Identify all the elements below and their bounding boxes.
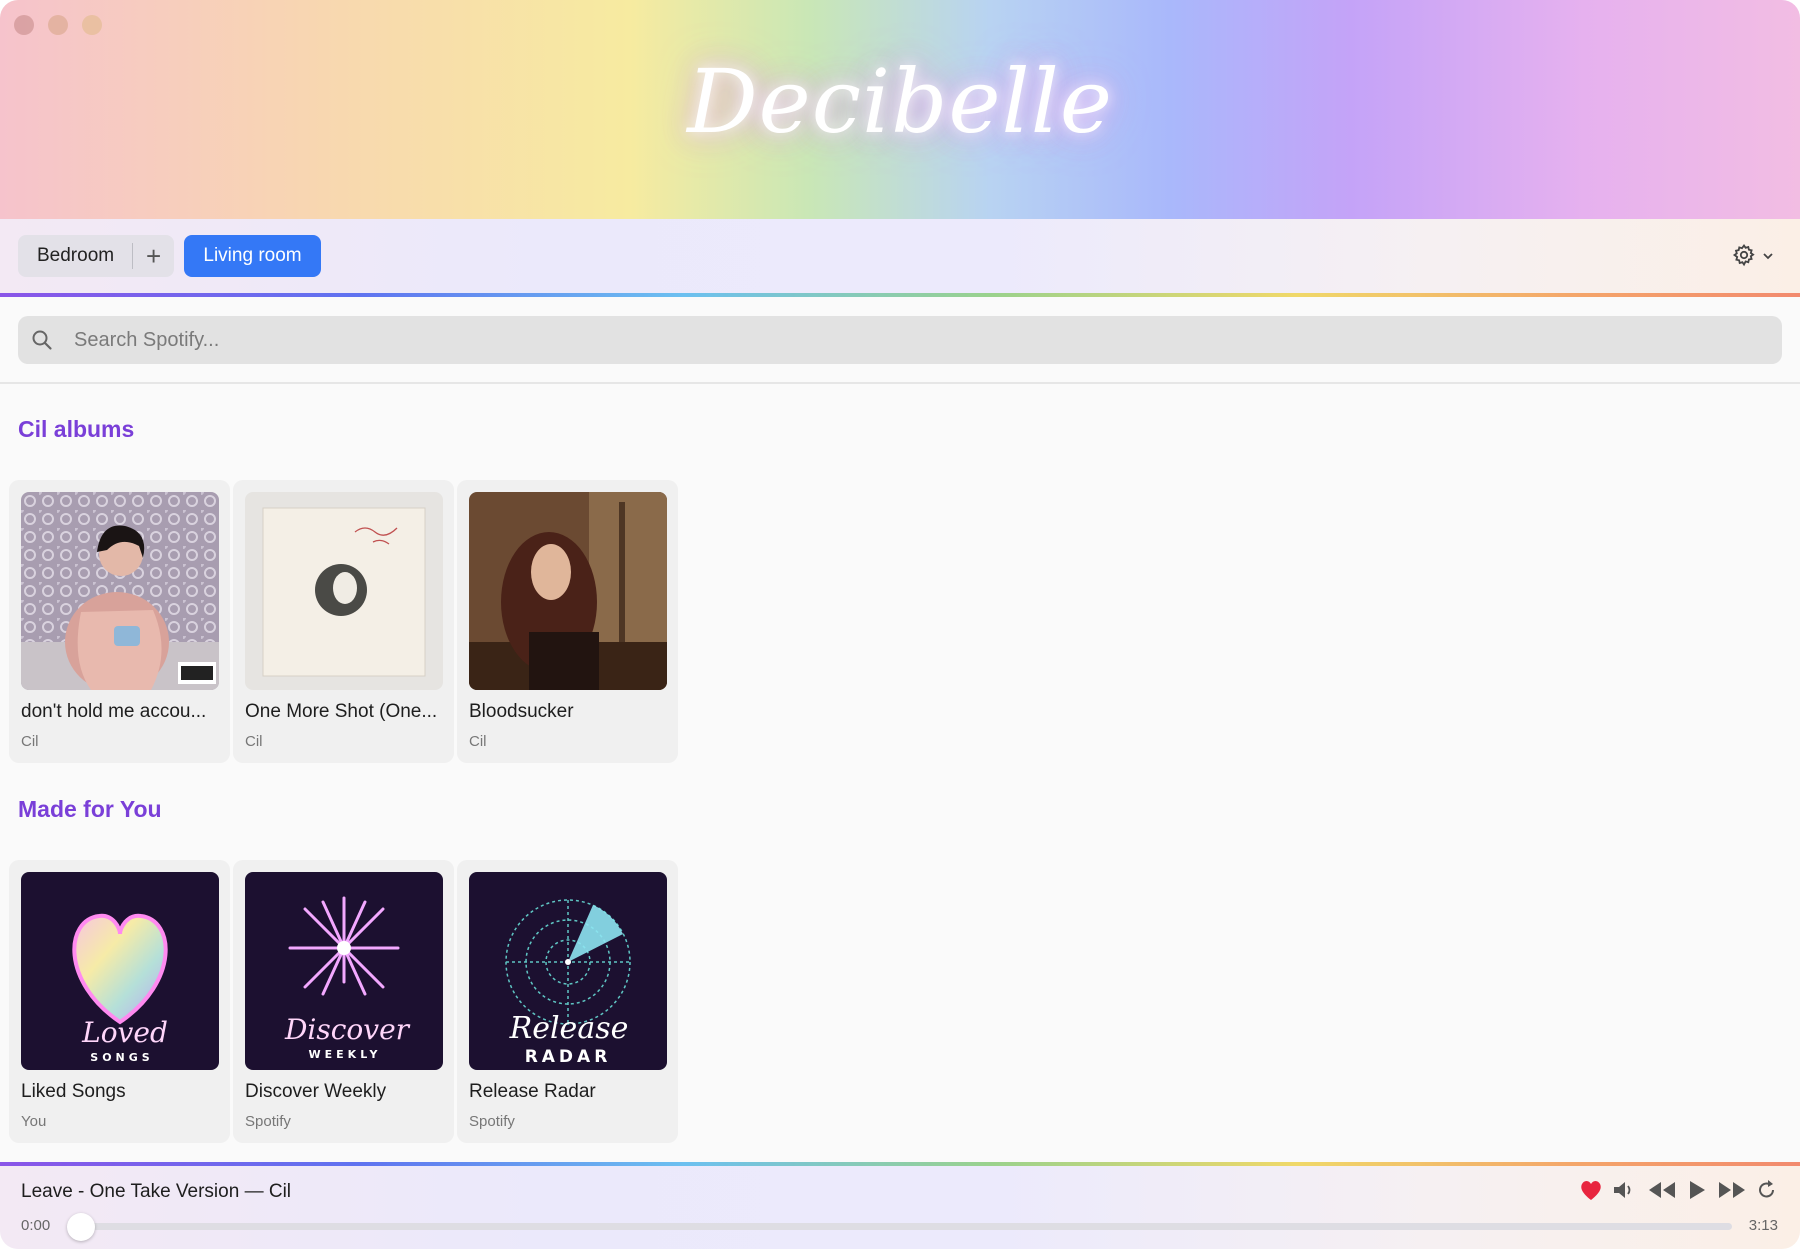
album-artist: Cil (469, 733, 487, 750)
playlist-cover-art: Release RADAR (469, 872, 667, 1070)
settings-menu-button[interactable] (1732, 243, 1774, 272)
search-icon (31, 329, 53, 356)
playlist-card[interactable]: Loved SONGS Liked Songs You (9, 860, 230, 1143)
minimize-window-button[interactable] (48, 15, 68, 35)
volume-icon[interactable] (1612, 1179, 1638, 1206)
app-logo: Decibelle (687, 50, 1113, 153)
album-cover-art (21, 492, 219, 690)
add-room-button[interactable]: + (133, 235, 174, 277)
art-script-text: Loved (81, 1016, 168, 1049)
rainbow-divider-top (0, 293, 1800, 297)
album-cover-art (469, 492, 667, 690)
playlist-title: Release Radar (469, 1081, 596, 1102)
tab-bedroom[interactable]: Bedroom (18, 245, 132, 267)
search-input[interactable] (66, 316, 1764, 364)
window-controls (14, 15, 102, 35)
app-window: Decibelle Bedroom + Living room Search S… (0, 0, 1800, 1249)
playback-controls (1579, 1179, 1778, 1206)
album-title: don't hold me accou... (21, 701, 207, 722)
album-title: One More Shot (One... (245, 701, 438, 722)
search-divider (0, 382, 1800, 384)
playlist-owner: Spotify (245, 1113, 291, 1130)
playlist-row: Loved SONGS Liked Songs You Discover WEE… (9, 860, 678, 1143)
fast-forward-icon[interactable] (1717, 1180, 1747, 1205)
player-bar: Leave - One Take Version — Cil 0:00 3:13 (0, 1166, 1800, 1249)
album-card[interactable]: One More Shot (One... Cil (233, 480, 454, 763)
heart-icon[interactable] (1579, 1179, 1603, 1206)
progress-handle[interactable] (67, 1213, 95, 1241)
playlist-cover-art: Loved SONGS (21, 872, 219, 1070)
zoom-window-button[interactable] (82, 15, 102, 35)
album-title: Bloodsucker (469, 701, 574, 722)
room-tab-group: Bedroom + (18, 235, 174, 277)
chevron-down-icon (1762, 249, 1774, 267)
close-window-button[interactable] (14, 15, 34, 35)
playlist-cover-art: Discover WEEKLY (245, 872, 443, 1070)
playlist-owner: You (21, 1113, 47, 1130)
section-title-cil-albums: Cil albums (18, 416, 135, 442)
play-icon[interactable] (1686, 1179, 1708, 1206)
section-title-made-for-you: Made for You (18, 796, 162, 822)
album-card[interactable]: Bloodsucker Cil (457, 480, 678, 763)
art-caption-text: WEEKLY (309, 1048, 382, 1061)
playlist-title: Discover Weekly (245, 1081, 387, 1102)
album-card[interactable]: don't hold me accou... Cil (9, 480, 230, 763)
repeat-icon[interactable] (1756, 1179, 1778, 1206)
toolbar: Bedroom + Living room (0, 219, 1800, 293)
playlist-owner: Spotify (469, 1113, 515, 1130)
elapsed-time: 0:00 (21, 1217, 51, 1234)
album-artist: Cil (245, 733, 263, 750)
playlist-title: Liked Songs (21, 1081, 126, 1102)
tab-living-room[interactable]: Living room (184, 235, 321, 277)
album-artist: Cil (21, 733, 39, 750)
art-caption-text: RADAR (525, 1047, 612, 1067)
progress-track[interactable] (68, 1223, 1732, 1230)
playlist-card[interactable]: Discover WEEKLY Discover Weekly Spotify (233, 860, 454, 1143)
header-banner: Decibelle (0, 0, 1800, 219)
art-script-text: Discover (284, 1013, 411, 1046)
art-caption-text: SONGS (90, 1051, 153, 1064)
album-cover-art (245, 492, 443, 690)
search-bar[interactable] (18, 316, 1782, 364)
art-script-text: Release (509, 1011, 629, 1046)
total-time: 3:13 (1748, 1217, 1778, 1234)
now-playing-title: Leave - One Take Version — Cil (21, 1181, 292, 1202)
gear-icon (1732, 243, 1756, 272)
rewind-icon[interactable] (1647, 1180, 1677, 1205)
playlist-card[interactable]: Release RADAR Release Radar Spotify (457, 860, 678, 1143)
album-row: don't hold me accou... Cil One More Shot… (9, 480, 678, 763)
